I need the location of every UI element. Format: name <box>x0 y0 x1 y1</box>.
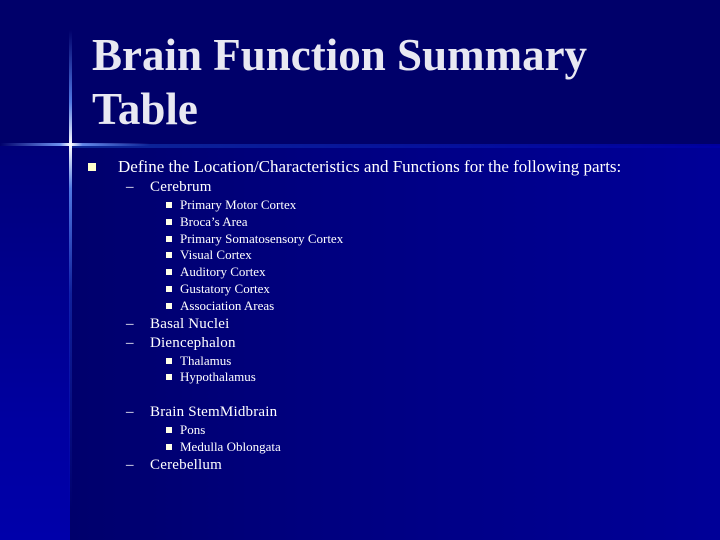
dash-bullet-icon: – <box>126 179 134 195</box>
list-item-text: Broca’s Area <box>180 213 248 229</box>
dash-bullet-icon: – <box>126 334 134 351</box>
dash-bullet-icon: – <box>126 404 134 421</box>
list-item: Primary Somatosensory Cortex <box>88 231 708 248</box>
list-item-text: Pons <box>180 422 206 438</box>
section-cerebellum: – Cerebellum <box>88 456 708 475</box>
square-bullet-icon <box>166 218 172 225</box>
list-item-text: Thalamus <box>180 352 232 368</box>
square-bullet-icon <box>166 427 172 434</box>
list-item-text: Association Areas <box>180 297 275 313</box>
list-item: Auditory Cortex <box>88 264 708 281</box>
dash-bullet-icon: – <box>126 315 134 332</box>
list-item-text: Hypothalamus <box>180 369 256 385</box>
square-bullet-icon <box>166 443 172 450</box>
main-bullet-text: Define the Location/Characteristics and … <box>118 157 622 176</box>
list-item: Pons <box>88 422 708 439</box>
slide-body: Define the Location/Characteristics and … <box>88 156 708 475</box>
list-item: Hypothalamus <box>88 369 708 386</box>
left-strip-background <box>0 146 70 540</box>
square-bullet-icon <box>88 163 96 171</box>
square-bullet-icon <box>166 285 172 292</box>
list-item-text: Medulla Oblongata <box>180 438 281 454</box>
list-item: Broca’s Area <box>88 214 708 231</box>
list-item-text: Primary Somatosensory Cortex <box>180 230 344 246</box>
list-item: Primary Motor Cortex <box>88 197 708 214</box>
list-item: Association Areas <box>88 298 708 315</box>
list-item: Visual Cortex <box>88 247 708 264</box>
square-bullet-icon <box>166 235 172 242</box>
list-item-text: Gustatory Cortex <box>180 280 270 296</box>
section-label: Cerebrum <box>150 179 212 195</box>
list-item-text: Primary Motor Cortex <box>180 197 297 212</box>
section-label: Basal Nuclei <box>150 315 230 332</box>
square-bullet-icon <box>166 302 172 309</box>
dash-bullet-icon: – <box>126 456 134 473</box>
list-item: Gustatory Cortex <box>88 281 708 298</box>
main-bullet-point: Define the Location/Characteristics and … <box>88 156 708 178</box>
list-item-text: Visual Cortex <box>180 247 252 263</box>
square-bullet-icon <box>166 202 172 208</box>
section-diencephalon: – Diencephalon <box>88 334 708 353</box>
list-item: Thalamus <box>88 353 708 370</box>
square-bullet-icon <box>166 269 172 276</box>
section-label: Diencephalon <box>150 334 236 351</box>
section-cerebrum: – Cerebrum <box>88 178 708 197</box>
square-bullet-icon <box>166 357 172 364</box>
square-bullet-icon <box>166 374 172 381</box>
square-bullet-icon <box>166 252 172 259</box>
section-brain-stem: – Brain StemMidbrain <box>88 403 708 422</box>
section-label: Brain StemMidbrain <box>150 404 278 421</box>
section-basal-nuclei: – Basal Nuclei <box>88 315 708 334</box>
content-top-edge <box>70 144 720 148</box>
list-item: Medulla Oblongata <box>88 439 708 456</box>
crosshair-glint-vertical <box>69 30 72 510</box>
list-item-text: Auditory Cortex <box>180 264 266 280</box>
section-label: Cerebellum <box>150 456 222 473</box>
slide-title: Brain Function Summary Table <box>92 30 588 134</box>
crosshair-glint-horizontal <box>0 143 150 146</box>
